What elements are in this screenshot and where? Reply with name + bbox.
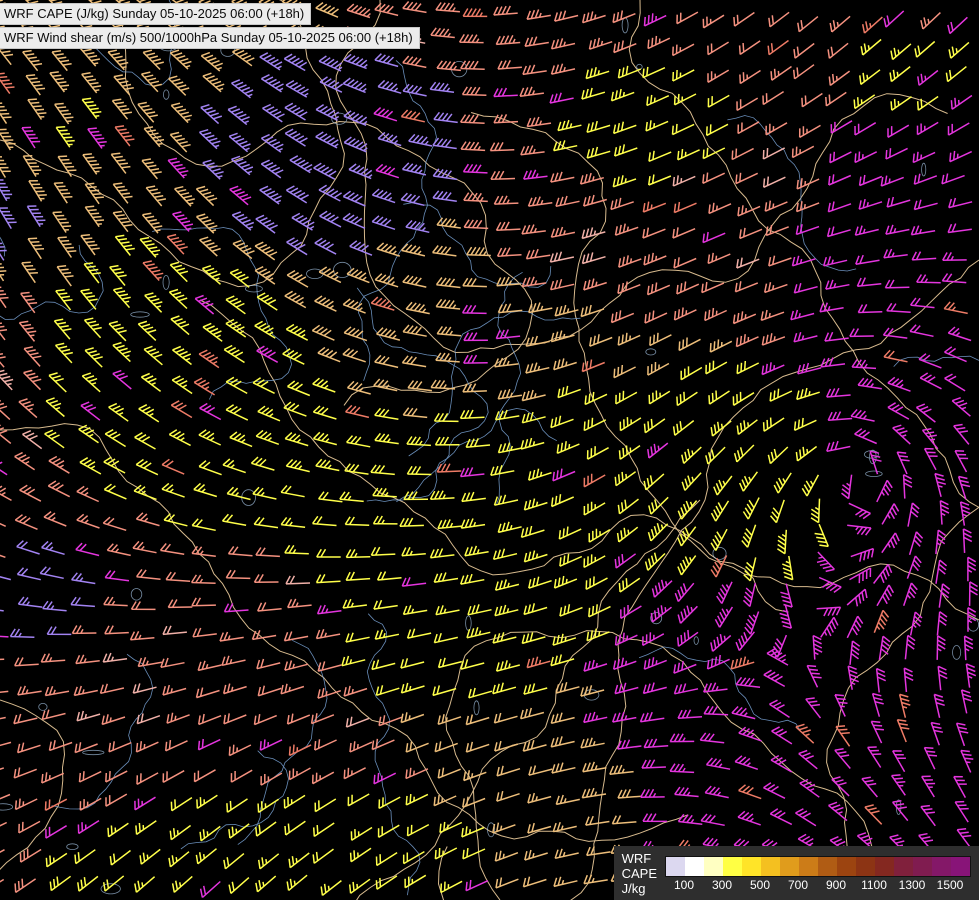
legend-tick-label: 100 xyxy=(665,878,703,892)
title-block: WRF CAPE (J/kg) Sunday 05-10-2025 06:00 … xyxy=(0,3,420,51)
legend-swatch xyxy=(780,857,799,876)
wind-shear-title: WRF Wind shear (m/s) 500/1000hPa Sunday … xyxy=(0,27,420,49)
legend-tick-label: 500 xyxy=(741,878,779,892)
cape-title: WRF CAPE (J/kg) Sunday 05-10-2025 06:00 … xyxy=(0,3,311,25)
legend-tick-row: 100300500700900110013001500 xyxy=(665,878,971,892)
legend-tick-label: 1300 xyxy=(893,878,931,892)
legend-swatch xyxy=(799,857,818,876)
weather-map-stage: WRF CAPE (J/kg) Sunday 05-10-2025 06:00 … xyxy=(0,0,979,900)
legend-swatch xyxy=(818,857,837,876)
legend-swatch xyxy=(913,857,932,876)
legend-swatch xyxy=(761,857,780,876)
legend-label-line: CAPE xyxy=(622,866,657,881)
legend-swatch xyxy=(742,857,761,876)
legend-swatch xyxy=(666,857,685,876)
legend-swatch xyxy=(932,857,951,876)
weather-map xyxy=(0,0,979,900)
legend-swatch xyxy=(723,857,742,876)
legend-tick-label: 1500 xyxy=(931,878,969,892)
legend-scale: 100300500700900110013001500 xyxy=(665,856,971,892)
cape-legend: WRF CAPE J/kg 10030050070090011001300150… xyxy=(614,846,979,900)
legend-swatch xyxy=(837,857,856,876)
legend-swatch xyxy=(894,857,913,876)
legend-label-line: WRF xyxy=(622,851,657,866)
legend-swatch xyxy=(856,857,875,876)
legend-tick-label: 1100 xyxy=(855,878,893,892)
legend-swatch xyxy=(951,857,970,876)
legend-label: WRF CAPE J/kg xyxy=(622,851,657,896)
legend-swatch xyxy=(685,857,704,876)
legend-tick-label: 700 xyxy=(779,878,817,892)
legend-label-line: J/kg xyxy=(622,881,657,896)
legend-color-bar xyxy=(665,856,971,877)
legend-swatch xyxy=(704,857,723,876)
legend-tick-label: 300 xyxy=(703,878,741,892)
legend-swatch xyxy=(875,857,894,876)
legend-tick-label: 900 xyxy=(817,878,855,892)
